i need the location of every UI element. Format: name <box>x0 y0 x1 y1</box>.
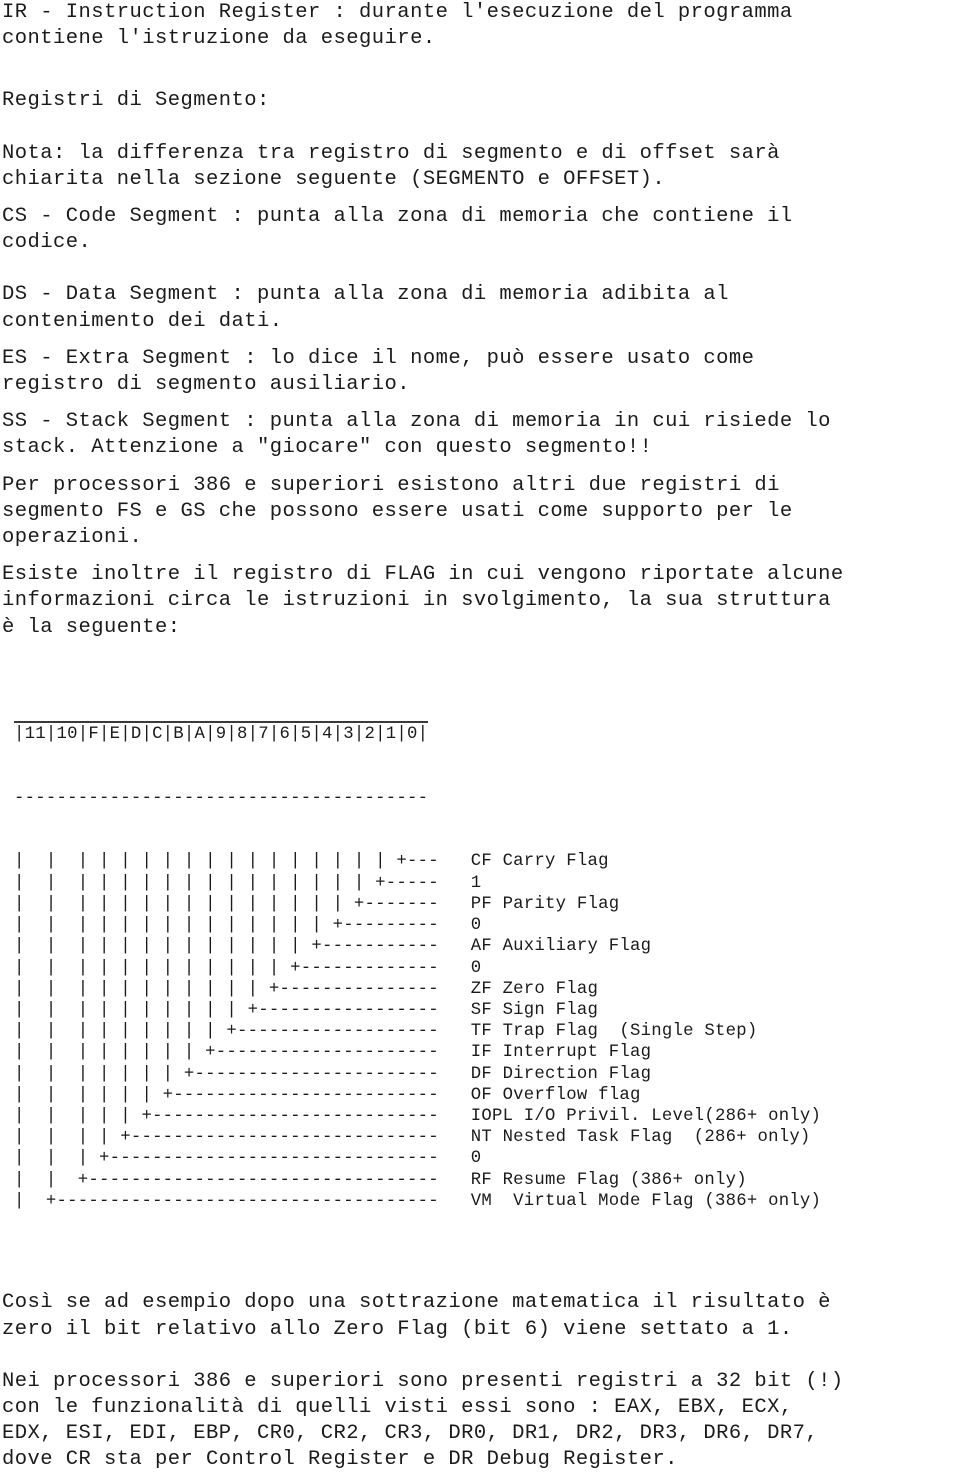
flags-diagram-row-label: OF Overflow flag <box>470 1085 641 1105</box>
flags-diagram-row-rail: | | | | | | | | | | | | +------------- <box>14 958 439 978</box>
flags-diagram-row-label: TF Trap Flag (Single Step) <box>470 1022 758 1042</box>
paragraph-fs-gs-386: Per processori 386 e superiori esistono … <box>2 473 793 550</box>
flags-diagram-row-rail: | | | | +----------------------------- <box>14 1128 439 1148</box>
flags-diagram-row-label: ZF Zero Flag <box>470 979 599 999</box>
paragraph-registri-32-bit: Nei processori 386 e superiori sono pres… <box>2 1369 844 1472</box>
flags-diagram-row-label: IF Interrupt Flag <box>470 1043 652 1063</box>
flags-diagram-row-label: 1 <box>470 873 482 893</box>
flags-diagram-row-label: AF Auxiliary Flag <box>470 937 652 957</box>
paragraph-flag-register-intro: Esiste inoltre il registro di FLAG in cu… <box>2 563 844 639</box>
paragraph-es-extra-segment: ES - Extra Segment : lo dice il nome, pu… <box>2 346 755 397</box>
flags-diagram-row: | | | | | | | | | +------------------- T… <box>14 1021 960 1042</box>
flags-diagram-bit-header: |11|10|F|E|D|C|B|A|9|8|7|6|5|4|3|2|1|0| <box>14 721 429 745</box>
flags-diagram-row-rail: | | | | | | | | | | | | | | | | +----- <box>14 873 439 893</box>
flags-diagram-row: | | | | | | | | +--------------------- I… <box>14 1042 960 1063</box>
flags-diagram-row-label: 0 <box>470 1149 482 1169</box>
flags-diagram-row: | | | | | | | | | | | | | | | | | +--- C… <box>14 851 960 872</box>
heading-registri-segmento: Registri di Segmento: <box>2 89 270 113</box>
paragraph-nota-segment-offset: Nota: la differenza tra registro di segm… <box>2 141 780 191</box>
flags-diagram-row-rail: | | | | | | | | | | | | | | | | | +--- <box>14 852 439 872</box>
flags-diagram-row-label: 0 <box>470 916 482 936</box>
flags-diagram-row: | | | | | | | | | | | | | | | +------- P… <box>14 894 960 915</box>
flags-diagram-row: | | | +------------------------------- 0 <box>14 1148 960 1169</box>
flags-diagram-row-label: DF Direction Flag <box>470 1064 652 1084</box>
flags-diagram-row-label: 0 <box>470 958 482 978</box>
flags-diagram-row-label: PF Parity Flag <box>470 894 620 914</box>
paragraph-ss-stack-segment: SS - Stack Segment : punta alla zona di … <box>2 410 831 460</box>
flags-diagram-row: | | | | | | | | | | | +--------------- Z… <box>14 979 960 1000</box>
flags-diagram-separator: --------------------------------------- <box>14 788 429 808</box>
flags-diagram-row-rail: | | | | | | | | | | | | | | +--------- <box>14 916 439 936</box>
flags-diagram-row: | | | | | | | +----------------------- D… <box>14 1064 960 1085</box>
flags-diagram-row-rail: | | | | | | +------------------------- <box>14 1085 439 1105</box>
flags-diagram-row-rail: | | | | | | | +----------------------- <box>14 1064 439 1084</box>
flags-diagram-rows: | | | | | | | | | | | | | | | | | +--- C… <box>14 851 960 1211</box>
flags-diagram-row-label: NT Nested Task Flag (286+ only) <box>470 1128 811 1148</box>
flags-diagram-row-rail: | | | | | | | | | | | +--------------- <box>14 979 439 999</box>
flags-diagram-row-label: IOPL I/O Privil. Level(286+ only) <box>470 1106 822 1126</box>
flags-diagram-row-rail: | | | | | | | | +--------------------- <box>14 1043 439 1063</box>
flags-diagram-bit-header-wrapper: |11|10|F|E|D|C|B|A|9|8|7|6|5|4|3|2|1|0| <box>14 721 960 745</box>
flags-diagram-row-rail: | | | | | | | | | +------------------- <box>14 1022 439 1042</box>
flags-diagram-row-label: CF Carry Flag <box>470 852 609 872</box>
paragraph-ir-register: IR - Instruction Register : durante l'es… <box>2 1 793 51</box>
flags-diagram-row: | | +--------------------------------- R… <box>14 1170 960 1191</box>
flags-diagram-row: | | | | | | +------------------------- O… <box>14 1085 960 1106</box>
flags-diagram-row-rail: | | +--------------------------------- <box>14 1170 439 1190</box>
flags-diagram-row-rail: | | | | | | | | | | | | | +----------- <box>14 937 439 957</box>
flags-diagram-row: | | | | | | | | | | | | | +----------- A… <box>14 936 960 957</box>
document-page: IR - Instruction Register : durante l'es… <box>0 0 960 1471</box>
flags-diagram-row-rail: | | | | | | | | | | +----------------- <box>14 1000 439 1020</box>
flags-diagram-row-label: SF Sign Flag <box>470 1000 599 1020</box>
flags-diagram-row: | | | | | | | | | | | | +------------- 0 <box>14 958 960 979</box>
flags-diagram-row-rail: | | | | | | | | | | | | | | | +------- <box>14 894 439 914</box>
flags-diagram-row: | | | | | | | | | | | | | | +--------- 0 <box>14 915 960 936</box>
flags-diagram-row: | | | | | | | | | | +----------------- S… <box>14 1000 960 1021</box>
flags-diagram-row: | | | | | +--------------------------- I… <box>14 1106 960 1127</box>
flags-diagram-row: | | | | | | | | | | | | | | | | +----- 1 <box>14 873 960 894</box>
flags-register-diagram: |11|10|F|E|D|C|B|A|9|8|7|6|5|4|3|2|1|0| … <box>2 679 960 1254</box>
paragraph-cs-code-segment: CS - Code Segment : punta alla zona di m… <box>2 205 793 255</box>
paragraph-ds-data-segment: DS - Data Segment : punta alla zona di m… <box>2 283 729 333</box>
flags-diagram-row-label: VM Virtual Mode Flag (386+ only) <box>470 1191 822 1211</box>
flags-diagram-row-rail: | +------------------------------------ <box>14 1191 439 1211</box>
flags-diagram-row-rail: | | | +------------------------------- <box>14 1149 439 1169</box>
flags-diagram-row-rail: | | | | | +--------------------------- <box>14 1106 439 1126</box>
paragraph-zero-flag-example: Così se ad esempio dopo una sottrazione … <box>2 1291 831 1341</box>
flags-diagram-row: | | | | +----------------------------- N… <box>14 1127 960 1148</box>
flags-diagram-row: | +------------------------------------ … <box>14 1191 960 1212</box>
flags-diagram-row-label: RF Resume Flag (386+ only) <box>470 1170 747 1190</box>
